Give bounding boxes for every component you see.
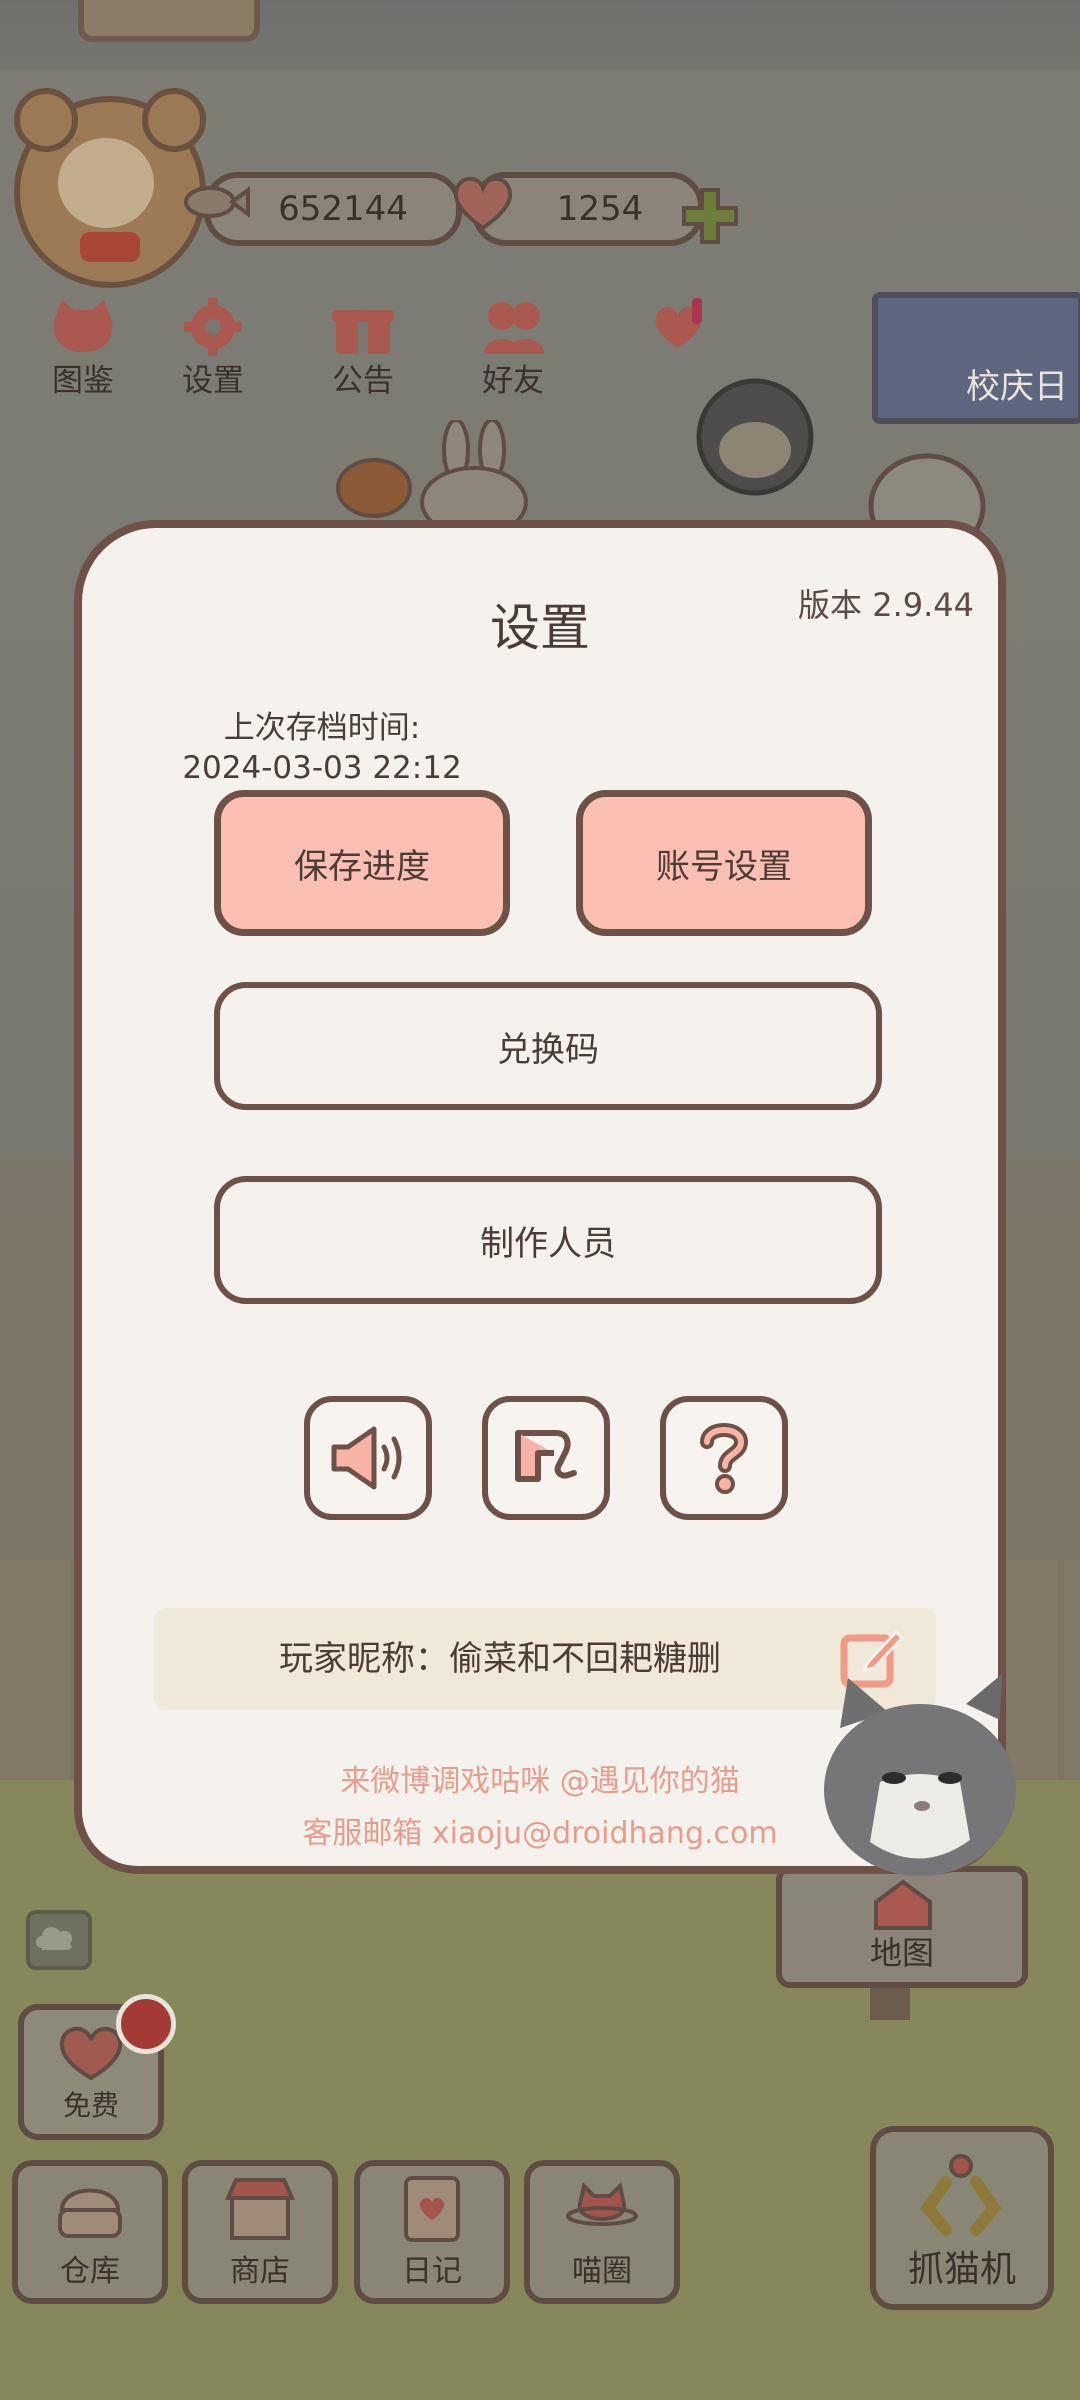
friends-icon xyxy=(484,302,544,354)
free-gift-button[interactable]: 免费 xyxy=(18,1994,176,2140)
claw-icon xyxy=(920,2154,1002,2236)
diary-icon xyxy=(404,2176,460,2242)
fish-counter[interactable]: 652144 xyxy=(184,172,462,246)
fish-count: 652144 xyxy=(278,189,408,229)
credits-button[interactable]: 制作人员 xyxy=(214,1176,882,1304)
hearts-icon xyxy=(655,298,702,348)
version-text: 版本 2.9.44 xyxy=(798,586,974,624)
event-label: 校庆日 xyxy=(966,367,1068,407)
redeem-code-button[interactable]: 兑换码 xyxy=(214,982,882,1110)
notification-dot xyxy=(116,1994,176,2054)
gear-icon xyxy=(184,298,242,356)
nav-settings-label: 设置 xyxy=(182,363,244,399)
map-button[interactable]: 地图 xyxy=(776,1866,1028,1988)
cat-circle-button[interactable]: 喵圈 xyxy=(524,2160,680,2304)
last-save-label: 上次存档时间: xyxy=(223,710,421,746)
nav-announcements[interactable]: 公告 xyxy=(308,298,418,400)
heart-icon xyxy=(453,176,513,231)
claw-machine-label: 抓猫机 xyxy=(907,2249,1016,2290)
account-settings-button[interactable]: 账号设置 xyxy=(576,790,872,936)
sound-icon xyxy=(331,1426,402,1490)
storage-button[interactable]: 仓库 xyxy=(12,2160,168,2304)
free-label: 免费 xyxy=(62,2089,119,2122)
cloud-save-button[interactable] xyxy=(26,1910,92,1970)
player-avatar[interactable] xyxy=(14,88,206,288)
last-save-info: 上次存档时间: 2024-03-03 22:12 xyxy=(182,708,461,788)
pumpkin-decoration xyxy=(336,458,412,518)
avatar-right-ear xyxy=(142,88,206,152)
shop-button[interactable]: 商店 xyxy=(182,2160,338,2304)
save-progress-button[interactable]: 保存进度 xyxy=(214,790,510,936)
nav-announcements-label: 公告 xyxy=(332,363,394,399)
map-label: 地图 xyxy=(869,1934,934,1972)
wall-shelf xyxy=(78,0,260,42)
nav-collection[interactable]: 图鉴 xyxy=(28,298,138,400)
sound-toggle-button[interactable] xyxy=(304,1396,432,1520)
add-hearts-plus-icon[interactable] xyxy=(680,186,740,246)
cat-planet-icon xyxy=(566,2182,638,2226)
nav-hearts[interactable] xyxy=(628,298,738,362)
heart-counter[interactable]: 1254 xyxy=(453,172,704,246)
gift-icon xyxy=(332,308,394,354)
avatar-left-ear xyxy=(14,88,78,152)
cloud-icon xyxy=(36,1927,73,1950)
cat-circle-label: 喵圈 xyxy=(572,2254,632,2289)
rabbit-cat-decoration xyxy=(420,420,528,530)
heart-count: 1254 xyxy=(556,189,644,229)
storage-label: 仓库 xyxy=(60,2254,120,2289)
music-note-icon xyxy=(515,1430,577,1482)
nav-settings[interactable]: 设置 xyxy=(158,298,268,400)
nav-collection-label: 图鉴 xyxy=(52,363,114,399)
avatar-bowtie xyxy=(80,232,140,262)
last-save-time: 2024-03-03 22:12 xyxy=(182,750,462,786)
cat-photo-sticker xyxy=(824,1674,1016,1876)
nav-friends[interactable]: 好友 xyxy=(458,298,568,400)
diary-button[interactable]: 日记 xyxy=(354,2160,510,2304)
nav-friends-label: 好友 xyxy=(482,363,544,399)
top-navigation: 图鉴 设置 公告 好友 xyxy=(28,298,748,408)
diary-label: 日记 xyxy=(402,2254,462,2289)
claw-machine-button[interactable]: 抓猫机 xyxy=(870,2126,1054,2310)
help-icon xyxy=(700,1423,749,1494)
help-button[interactable] xyxy=(660,1396,788,1520)
fish-icon xyxy=(184,186,250,218)
storage-icon xyxy=(58,2188,122,2238)
event-banner[interactable]: 校庆日 xyxy=(872,292,1080,424)
shop-label: 商店 xyxy=(230,2254,290,2289)
house-icon xyxy=(874,1879,932,1930)
shop-icon xyxy=(224,2178,296,2240)
music-toggle-button[interactable] xyxy=(482,1396,610,1520)
cat-face-icon xyxy=(53,300,113,352)
nickname-text: 玩家昵称：偷菜和不回耙糖删 xyxy=(279,1639,721,1679)
avatar-face xyxy=(58,138,154,228)
